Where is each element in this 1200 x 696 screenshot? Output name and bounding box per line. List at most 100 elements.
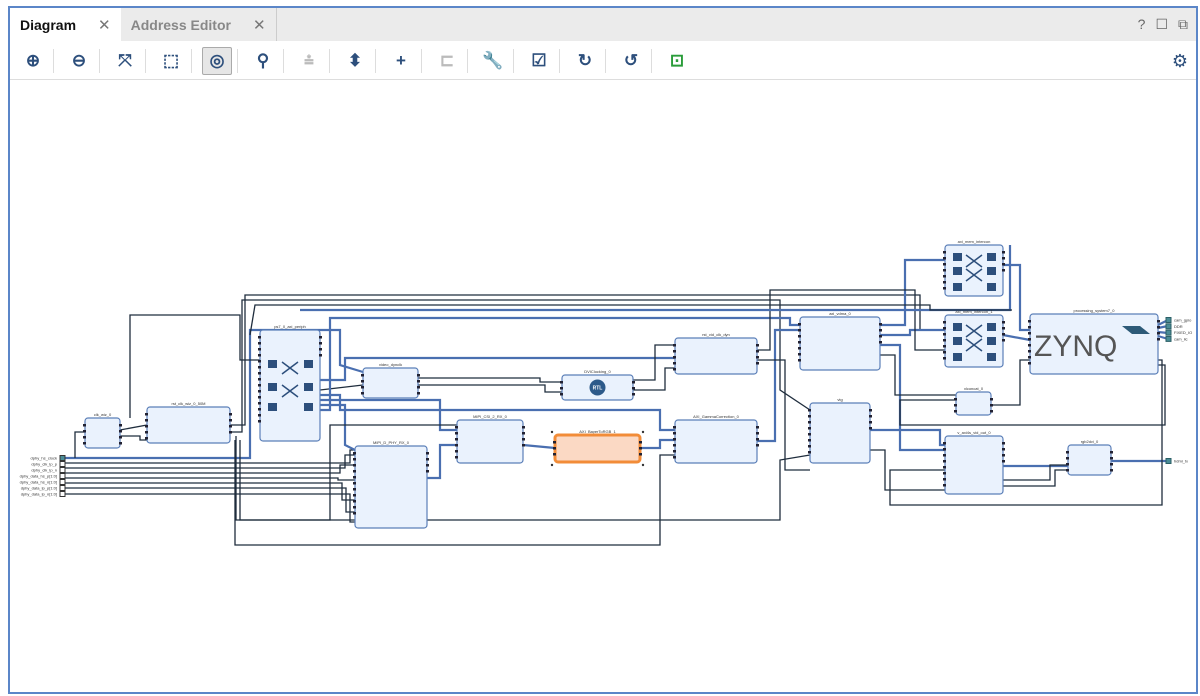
ip-block-axi-bayertorgb-1[interactable]: AXI_BayerToRGB_1 xyxy=(550,429,645,467)
pin[interactable] xyxy=(229,431,232,434)
ip-block-v-axi4s-vid-out-0[interactable]: v_axi4s_vid_out_0 xyxy=(943,430,1005,495)
pin[interactable] xyxy=(673,350,676,353)
pin[interactable] xyxy=(1028,326,1031,329)
pin[interactable] xyxy=(673,362,676,365)
pin[interactable] xyxy=(673,444,676,447)
pin[interactable] xyxy=(353,488,356,491)
pin[interactable] xyxy=(1028,362,1031,365)
ip-block-axi-mem-intercon-1[interactable]: axi_mem_intercon_1 xyxy=(943,309,1005,368)
net-wire[interactable] xyxy=(63,482,355,501)
net-wire[interactable] xyxy=(120,435,147,441)
ip-block-ps7-0-axi-periph[interactable]: ps7_0_axi_periph xyxy=(258,324,322,442)
pin[interactable] xyxy=(943,269,946,272)
pin[interactable] xyxy=(943,333,946,336)
pin[interactable] xyxy=(522,438,525,441)
ip-block-processing-system7-0[interactable]: processing_system7_0 ZYNQ xyxy=(1028,308,1160,375)
pin[interactable] xyxy=(943,327,946,330)
pin[interactable] xyxy=(632,381,635,384)
pin[interactable] xyxy=(361,392,364,395)
pin[interactable] xyxy=(943,321,946,324)
pin[interactable] xyxy=(145,425,148,428)
pin[interactable] xyxy=(954,398,957,401)
pin[interactable] xyxy=(417,374,420,377)
ip-block-xlconcat-0[interactable]: xlconcat_0 xyxy=(954,386,993,416)
pin[interactable] xyxy=(319,336,322,339)
pin[interactable] xyxy=(119,442,122,445)
pin[interactable] xyxy=(808,415,811,418)
pin[interactable] xyxy=(1028,344,1031,347)
pin[interactable] xyxy=(1066,469,1069,472)
pin[interactable] xyxy=(417,392,420,395)
pin[interactable] xyxy=(756,356,759,359)
pin[interactable] xyxy=(258,360,261,363)
pin[interactable] xyxy=(1066,451,1069,454)
pin[interactable] xyxy=(258,354,261,357)
bus-connection[interactable] xyxy=(880,328,945,337)
pin[interactable] xyxy=(229,419,232,422)
ip-block-axi-vdma-0[interactable]: axi_vdma_0 xyxy=(798,311,882,371)
pin[interactable] xyxy=(756,362,759,365)
pin[interactable] xyxy=(1002,251,1005,254)
pin[interactable] xyxy=(83,436,86,439)
output-port[interactable]: DDR xyxy=(1165,323,1183,330)
pin[interactable] xyxy=(756,350,759,353)
pin[interactable] xyxy=(560,387,563,390)
pin[interactable] xyxy=(943,357,946,360)
pin[interactable] xyxy=(1002,257,1005,260)
pin[interactable] xyxy=(426,458,429,461)
net-wire[interactable] xyxy=(889,359,1163,506)
bus-connection[interactable] xyxy=(870,428,945,447)
net-wire[interactable] xyxy=(633,344,675,381)
pin[interactable] xyxy=(560,381,563,384)
pin[interactable] xyxy=(756,426,759,429)
pin[interactable] xyxy=(353,458,356,461)
pin[interactable] xyxy=(943,275,946,278)
pin[interactable] xyxy=(943,478,946,481)
pin[interactable] xyxy=(673,432,676,435)
pin[interactable] xyxy=(229,425,232,428)
pin[interactable] xyxy=(426,464,429,467)
net-wire[interactable] xyxy=(319,384,364,391)
pin[interactable] xyxy=(879,329,882,332)
pin[interactable] xyxy=(1157,338,1160,341)
input-port[interactable]: dphy_data_lp_p[1:0] xyxy=(21,485,66,491)
input-port[interactable]: dphy_clk_lp_n xyxy=(31,467,66,473)
output-port[interactable]: hdmi_tx xyxy=(1165,458,1188,464)
bus-connection[interactable] xyxy=(640,438,675,450)
net-wire[interactable] xyxy=(63,477,355,481)
pin[interactable] xyxy=(353,494,356,497)
pin[interactable] xyxy=(879,323,882,326)
pin[interactable] xyxy=(943,472,946,475)
pin[interactable] xyxy=(943,484,946,487)
bus-connection[interactable] xyxy=(1002,333,1031,342)
selection-handle[interactable] xyxy=(641,463,645,467)
pin[interactable] xyxy=(553,441,556,444)
pin[interactable] xyxy=(808,445,811,448)
pin[interactable] xyxy=(258,348,261,351)
pin[interactable] xyxy=(943,339,946,342)
pin[interactable] xyxy=(1002,263,1005,266)
pin[interactable] xyxy=(632,387,635,390)
selection-handle[interactable] xyxy=(641,430,645,434)
pin[interactable] xyxy=(943,263,946,266)
pin[interactable] xyxy=(869,415,872,418)
pin[interactable] xyxy=(798,353,801,356)
ip-block-dviclocking-0[interactable]: DVIClocking_0 RTL xyxy=(560,369,635,401)
input-port[interactable]: dphy_clk_lp_p xyxy=(31,461,66,467)
pin[interactable] xyxy=(673,368,676,371)
pin[interactable] xyxy=(353,500,356,503)
pin[interactable] xyxy=(145,437,148,440)
pin[interactable] xyxy=(258,414,261,417)
pin[interactable] xyxy=(1110,469,1113,472)
pin[interactable] xyxy=(455,444,458,447)
ip-block-rgb2dvi-0[interactable]: rgb2dvi_0 xyxy=(1066,439,1113,476)
pin[interactable] xyxy=(798,341,801,344)
pin[interactable] xyxy=(319,342,322,345)
bus-connection[interactable] xyxy=(880,343,945,452)
pin[interactable] xyxy=(1002,339,1005,342)
pin[interactable] xyxy=(353,512,356,515)
pin[interactable] xyxy=(522,432,525,435)
pin[interactable] xyxy=(258,384,261,387)
pin[interactable] xyxy=(756,438,759,441)
pin[interactable] xyxy=(119,430,122,433)
